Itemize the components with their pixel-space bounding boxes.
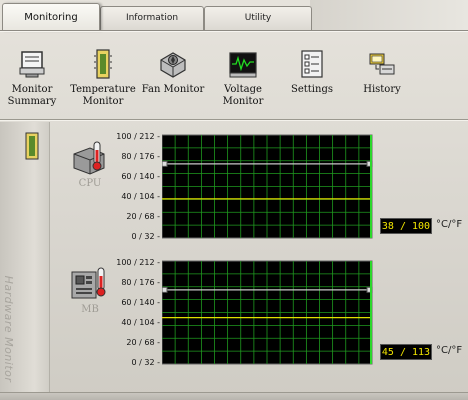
cpu-threshold-handle-left: [162, 160, 168, 167]
mb-graph-edge: [370, 261, 372, 364]
settings-button[interactable]: Settings: [277, 38, 347, 116]
history-icon: [369, 53, 395, 75]
cpu-monitor-row: CPU 100 / 212 - 80 / 176 - 60 / 140 - 40…: [50, 130, 468, 254]
settings-label: Settings: [277, 84, 347, 96]
temperature-monitor-icon: [94, 49, 112, 79]
hardware-monitor-vertical-title: Hardware Monitor: [2, 275, 15, 383]
monitor-summary-button[interactable]: Monitor Summary: [0, 38, 67, 116]
settings-icon: [301, 50, 323, 78]
motherboard-icon: [71, 267, 106, 299]
side-panel: Hardware Monitor: [0, 122, 50, 400]
label-line-1: Monitor: [11, 84, 53, 95]
tab-bar: Utility Information Monitoring: [0, 0, 468, 31]
label-line-1: Settings: [291, 84, 333, 95]
monitor-summary-icon: [19, 51, 45, 78]
scale-tick: 100 / 212 -: [116, 132, 160, 141]
scale-tick: 20 / 68 -: [126, 212, 160, 221]
mb-threshold-handle-left: [162, 286, 168, 293]
cpu-temperature-readout: 38 / 100: [380, 218, 432, 234]
tab-bar-filler: [310, 0, 468, 30]
scale-tick: 40 / 104 -: [121, 192, 160, 201]
toolbar: Monitor Summary Temperature Monitor Fan …: [0, 38, 468, 118]
mb-monitor-row: MB 100 / 212 - 80 / 176 - 60 / 140 - 40 …: [50, 256, 468, 380]
cpu-graph-edge: [370, 135, 372, 238]
label-line-2: Monitor: [222, 96, 264, 107]
mb-label: MB: [81, 304, 99, 315]
label-line-2: Summary: [7, 96, 57, 107]
voltage-monitor-label: Voltage Monitor: [208, 84, 278, 108]
voltage-monitor-button[interactable]: Voltage Monitor: [208, 38, 278, 116]
scale-tick: 60 / 140 -: [121, 298, 160, 307]
voltage-monitor-icon: [229, 52, 257, 78]
scale-tick: 80 / 176 -: [121, 278, 160, 287]
history-button[interactable]: History: [347, 38, 417, 116]
label-line-1: History: [363, 84, 401, 95]
window-bottom-edge: [0, 392, 468, 400]
fan-monitor-icon: [160, 52, 186, 78]
scale-tick: 100 / 212 -: [116, 258, 160, 267]
label-line-1: Voltage: [224, 84, 262, 95]
label-line-1: Fan Monitor: [141, 84, 205, 95]
temperature-monitor-button[interactable]: Temperature Monitor: [68, 38, 138, 116]
scale-tick: 40 / 104 -: [121, 318, 160, 327]
scale-tick: 0 / 32 -: [131, 358, 160, 367]
scale-tick: 20 / 68 -: [126, 338, 160, 347]
mb-unit-label: °C/°F: [436, 345, 463, 356]
cpu-thermometer-icon: [73, 141, 105, 175]
fan-monitor-button[interactable]: Fan Monitor: [138, 38, 208, 116]
monitor-summary-label: Monitor Summary: [0, 84, 67, 108]
scale-tick: 0 / 32 -: [131, 232, 160, 241]
tab-divider: [0, 30, 468, 32]
temperature-monitor-label: Temperature Monitor: [68, 84, 138, 108]
history-label: History: [347, 84, 417, 96]
label-line-1: Temperature: [70, 84, 136, 95]
mb-temperature-graph: [162, 260, 373, 365]
mb-scale: 100 / 212 - 80 / 176 - 60 / 140 - 40 / 1…: [110, 256, 160, 367]
cpu-scale: 100 / 212 - 80 / 176 - 60 / 140 - 40 / 1…: [110, 130, 160, 241]
fan-monitor-label: Fan Monitor: [138, 84, 208, 96]
mb-temperature-readout: 45 / 113: [380, 344, 432, 360]
cpu-unit-label: °C/°F: [436, 219, 463, 230]
scale-tick: 60 / 140 -: [121, 172, 160, 181]
toolbar-separator: [0, 119, 468, 121]
hardware-monitor-icon: [25, 132, 39, 160]
tab-monitoring[interactable]: Monitoring: [2, 3, 100, 31]
app-window: Utility Information Monitoring Monitor S…: [0, 0, 468, 400]
tab-information[interactable]: Information: [100, 6, 204, 30]
cpu-temperature-graph: [162, 134, 373, 239]
label-line-2: Monitor: [82, 96, 124, 107]
cpu-label: CPU: [78, 178, 102, 189]
tab-utility[interactable]: Utility: [204, 6, 312, 30]
scale-tick: 80 / 176 -: [121, 152, 160, 161]
